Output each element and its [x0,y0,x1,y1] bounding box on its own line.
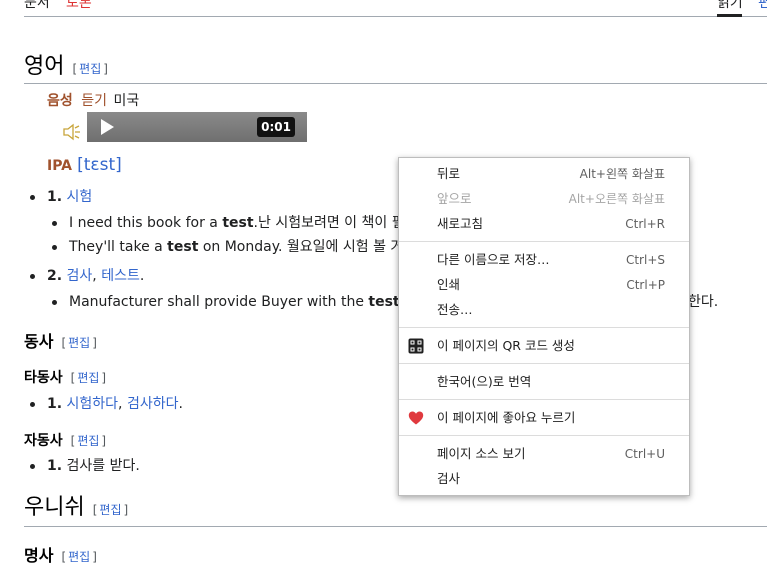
intransitive-sense-1: 1. 검사를 받다. [47,458,140,474]
edit-link-verb[interactable]: [편집] [61,336,96,350]
edit-link-uighur[interactable]: [편집] [93,503,128,517]
list-bullet [52,245,57,250]
menu-item-inspect[interactable]: 검사 [399,467,689,491]
list-bullet [30,464,35,469]
list-bullet [30,402,35,407]
menu-item-back[interactable]: 뒤로 Alt+왼쪽 화살표 [399,162,689,186]
menu-separator [399,363,689,364]
menu-item-like-page[interactable]: 이 페이지에 좋아요 누르기 [399,406,689,430]
ipa-text[interactable]: [tɛst] [77,155,122,175]
example-2a-tail: 한다. [688,294,719,310]
example-2a: Manufacturer shall provide Buyer with th… [69,294,436,310]
menu-item-forward[interactable]: 앞으로 Alt+오른쪽 화살표 [399,187,689,211]
menu-item-save-as[interactable]: 다른 이름으로 저장… Ctrl+S [399,248,689,272]
heading-intransitive: 자동사[편집] [24,433,107,449]
tab-more[interactable]: 편 [758,0,767,12]
edit-link-noun[interactable]: [편집] [61,550,96,564]
example-1a: I need this book for a test.난 시험보려면 이 책이… [69,215,431,231]
tab-read[interactable]: 읽기 [717,0,743,12]
transitive-sense-1: 1. 시험하다, 검사하다. [47,396,183,412]
context-menu: 뒤로 Alt+왼쪽 화살표 앞으로 Alt+오른쪽 화살표 새로고침 Ctrl+R 다… [398,157,690,496]
menu-separator [399,435,689,436]
list-bullet [30,274,35,279]
edit-link-english[interactable]: [편집] [72,62,107,76]
list-bullet [52,221,57,226]
speaker-icon[interactable] [62,122,82,142]
audio-player[interactable]: 0:01 [87,112,307,142]
link-exam[interactable]: 시험 [67,189,93,205]
heading-divider [24,526,767,527]
example-1b: They'll take a test on Monday. 월요일에 시험 볼… [69,239,434,255]
edit-link-transitive[interactable]: [편집] [71,371,106,385]
heading-divider [24,83,767,84]
tab-discussion[interactable]: 토론 [66,0,92,12]
listen-label: 듣기 [81,93,107,109]
menu-separator [399,241,689,242]
menu-item-cast[interactable]: 전송… [399,298,689,322]
sense-2: 2. 검사, 테스트. [47,268,145,284]
play-icon[interactable] [101,119,114,135]
tab-divider [24,16,767,17]
sense-1: 1. 시험 [47,189,93,205]
link-inspection[interactable]: 검사 [67,268,93,284]
menu-item-reload[interactable]: 새로고침 Ctrl+R [399,212,689,236]
audio-line: 음성 듣기 미국 [47,91,139,111]
menu-item-view-source[interactable]: 페이지 소스 보기 Ctrl+U [399,442,689,466]
heading-transitive: 타동사[편집] [24,370,107,386]
list-bullet [52,300,57,305]
link-to-test[interactable]: 시험하다 [67,396,119,412]
ipa-label: IPA [47,158,73,174]
heading-uighur: 우니쉬[편집] [24,495,129,520]
menu-separator [399,399,689,400]
list-bullet [30,195,35,200]
heading-english: 영어[편집] [24,54,108,79]
active-tab-indicator [717,14,742,17]
qr-code-icon [408,338,424,354]
audio-time: 0:01 [257,117,295,137]
heading-verb: 동사[편집] [24,332,97,351]
link-test[interactable]: 테스트 [101,268,140,284]
region-label: 미국 [113,93,140,109]
audio-label: 음성 [47,93,73,109]
tab-document[interactable]: 문서 [24,0,50,12]
menu-item-print[interactable]: 인쇄 Ctrl+P [399,273,689,297]
link-to-inspect[interactable]: 검사하다 [127,396,179,412]
edit-link-intransitive[interactable]: [편집] [71,434,106,448]
menu-item-qr-code[interactable]: 이 페이지의 QR 코드 생성 [399,334,689,358]
heart-icon [408,411,424,425]
menu-separator [399,327,689,328]
ipa-line: IPA [tɛst] [47,154,122,177]
menu-item-translate[interactable]: 한국어(으)로 번역 [399,370,689,394]
